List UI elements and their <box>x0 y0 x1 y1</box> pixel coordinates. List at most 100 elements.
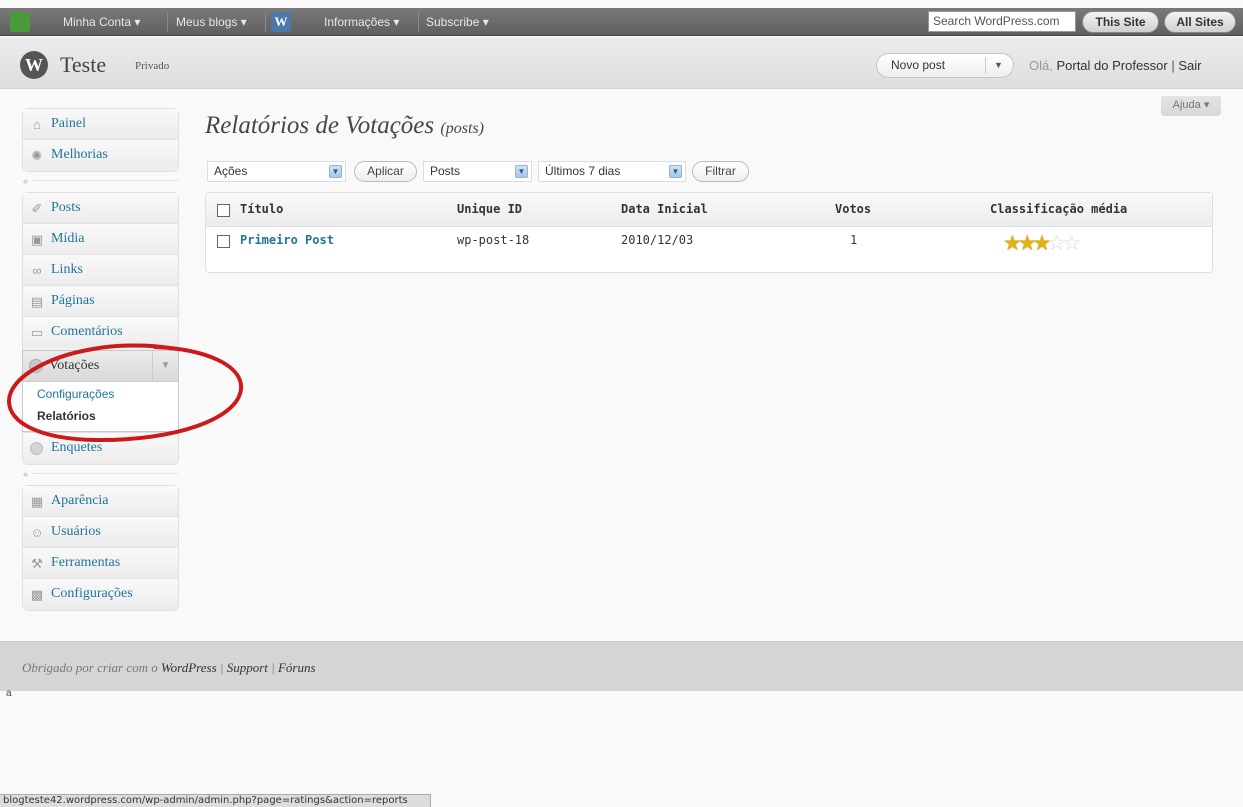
page-title-text: Relatórios de Votações <box>205 112 435 139</box>
site-header: W Teste Privado Novo post ▼ Olá, Portal … <box>0 37 1243 89</box>
pushpin-icon: ✐ <box>31 201 43 216</box>
period-select[interactable]: Últimos 7 dias ▼ <box>538 161 686 182</box>
footer-text: Obrigado por criar com o WordPress | Sup… <box>22 660 316 676</box>
novo-post-label: Novo post <box>891 58 946 72</box>
sidebar-item-links[interactable]: ∞ Links <box>23 255 178 286</box>
sidebar-item-label: Configurações <box>51 586 133 601</box>
greeting-separator: | <box>1171 58 1175 73</box>
apply-button[interactable]: Aplicar <box>354 161 417 182</box>
submenu-relatorios[interactable]: Relatórios <box>37 409 96 423</box>
sidebar-item-aparencia[interactable]: ▦ Aparência <box>23 486 178 517</box>
bulk-actions-select[interactable]: Ações ▼ <box>207 161 346 182</box>
help-tab[interactable]: Ajuda ▾ <box>1161 96 1221 116</box>
chevron-down-icon[interactable]: ▼ <box>152 351 178 381</box>
site-title[interactable]: Teste <box>60 52 106 78</box>
submenu-configuracoes[interactable]: Configurações <box>37 387 114 401</box>
this-site-button[interactable]: This Site <box>1082 11 1159 33</box>
sidebar-item-painel[interactable]: ⌂ Painel <box>23 109 178 140</box>
menu-separator[interactable]: « <box>23 469 178 479</box>
post-type-select[interactable]: Posts ▼ <box>423 161 532 182</box>
polls-icon <box>30 442 43 455</box>
date-cell: 2010/12/03 <box>621 233 694 247</box>
sidebar-item-label: Links <box>51 262 83 277</box>
settings-icon: ▩ <box>30 587 44 602</box>
dropdown-separator <box>985 57 986 74</box>
support-link[interactable]: Support <box>227 660 268 675</box>
sidebar-item-label: Aparência <box>51 493 109 508</box>
logout-link[interactable]: Sair <box>1178 58 1201 73</box>
tools-icon: ⚒ <box>31 556 43 571</box>
select-all-checkbox[interactable] <box>217 204 230 217</box>
greeting-prefix: Olá, <box>1029 58 1053 73</box>
column-header-votos: Votos <box>835 202 872 216</box>
bulk-actions-value: Ações <box>214 164 248 178</box>
sidebar-item-votacoes-header[interactable]: Votações ▼ <box>23 351 178 382</box>
admin-bar-separator <box>167 12 168 32</box>
wordpress-link[interactable]: WordPress <box>161 660 217 675</box>
sidebar-item-label: Melhorias <box>51 147 108 162</box>
home-icon: ⌂ <box>33 117 41 132</box>
sidebar-item-usuarios[interactable]: ☺ Usuários <box>23 517 178 548</box>
sidebar-group-admin: ▦ Aparência ☺ Usuários ⚒ Ferramentas ▩ C… <box>22 485 179 611</box>
post-title-link[interactable]: Primeiro Post <box>240 233 334 247</box>
gear-icon: ✺ <box>31 148 43 163</box>
foruns-link[interactable]: Fóruns <box>278 660 316 675</box>
privacy-label: Privado <box>135 60 170 72</box>
page-title-suffix: (posts) <box>440 120 484 137</box>
user-profile-link[interactable]: Portal do Professor <box>1056 58 1167 73</box>
sidebar-item-label: Mídia <box>51 231 85 246</box>
filter-button[interactable]: Filtrar <box>692 161 749 182</box>
sidebar-item-paginas[interactable]: ▤ Páginas <box>23 286 178 317</box>
link-icon: ∞ <box>32 263 42 278</box>
blavatar-icon[interactable] <box>10 12 30 32</box>
menu-separator[interactable]: « <box>23 176 178 186</box>
users-icon: ☺ <box>30 525 44 540</box>
browser-status-bar: blogteste42.wordpress.com/wp-admin/admin… <box>0 794 431 807</box>
page-title: Relatórios de Votações (posts) <box>205 112 484 140</box>
column-header-data-inicial: Data Inicial <box>621 202 708 216</box>
chevron-down-icon: ▼ <box>329 165 342 178</box>
wordpress-logo-icon[interactable]: W <box>271 12 291 32</box>
sidebar-item-configuracoes[interactable]: ▩ Configurações <box>23 579 178 610</box>
sidebar-group-dashboard: ⌂ Painel ✺ Melhorias <box>22 108 179 172</box>
favorite-actions-dropdown[interactable]: Novo post ▼ <box>876 53 1014 78</box>
sidebar-item-posts[interactable]: ✐ Posts <box>23 193 178 224</box>
sidebar-item-label: Enquetes <box>51 440 103 455</box>
menu-informacoes[interactable]: Informações ▾ <box>324 8 399 36</box>
sidebar-item-label: Painel <box>51 116 86 131</box>
sidebar-item-enquetes[interactable]: Enquetes <box>23 433 178 464</box>
search-input[interactable]: Search WordPress.com <box>928 11 1076 32</box>
sidebar-item-label: Posts <box>51 200 81 215</box>
table-header: Título Unique ID Data Inicial Votos Clas… <box>206 193 1212 227</box>
media-icon: ▣ <box>30 232 44 247</box>
admin-bar-separator <box>418 12 419 32</box>
footer-separator: | <box>271 660 275 675</box>
sidebar-item-melhorias[interactable]: ✺ Melhorias <box>23 140 178 171</box>
sidebar-item-label: Ferramentas <box>51 555 121 570</box>
chevron-down-icon[interactable]: ▼ <box>994 54 1003 77</box>
sidebar-item-midia[interactable]: ▣ Mídia <box>23 224 178 255</box>
menu-subscribe[interactable]: Subscribe ▾ <box>426 8 489 36</box>
post-type-value: Posts <box>430 164 461 178</box>
sidebar-group-content: ✐ Posts ▣ Mídia ∞ Links ▤ Páginas ▭ Come… <box>22 192 179 352</box>
votes-cell: 1 <box>850 233 858 247</box>
row-checkbox[interactable] <box>217 235 230 248</box>
star-empty-icon: ☆ <box>1062 232 1082 255</box>
sidebar-item-label: Usuários <box>51 524 101 539</box>
comment-icon: ▭ <box>30 325 44 340</box>
admin-bar: Minha Conta ▾ Meus blogs ▾ W Informações… <box>0 8 1243 36</box>
sidebar-item-votacoes: Votações ▼ Configurações Relatórios <box>22 350 179 432</box>
menu-meus-blogs[interactable]: Meus blogs ▾ <box>176 8 247 36</box>
column-header-classificacao: Classificação média <box>990 202 1128 216</box>
unique-id-cell: wp-post-18 <box>457 233 530 247</box>
menu-minha-conta[interactable]: Minha Conta ▾ <box>63 8 140 36</box>
sidebar-item-label: Comentários <box>51 324 123 339</box>
sidebar-item-comentarios[interactable]: ▭ Comentários <box>23 317 178 348</box>
rating-stars: ★★★☆☆ <box>1003 233 1081 255</box>
sidebar-item-ferramentas[interactable]: ⚒ Ferramentas <box>23 548 178 579</box>
column-header-titulo[interactable]: Título <box>240 202 283 216</box>
wordpress-logo-icon: W <box>20 51 48 79</box>
footer-separator: | <box>219 660 224 675</box>
chevron-down-icon: ▼ <box>515 165 528 178</box>
all-sites-button[interactable]: All Sites <box>1164 11 1236 33</box>
